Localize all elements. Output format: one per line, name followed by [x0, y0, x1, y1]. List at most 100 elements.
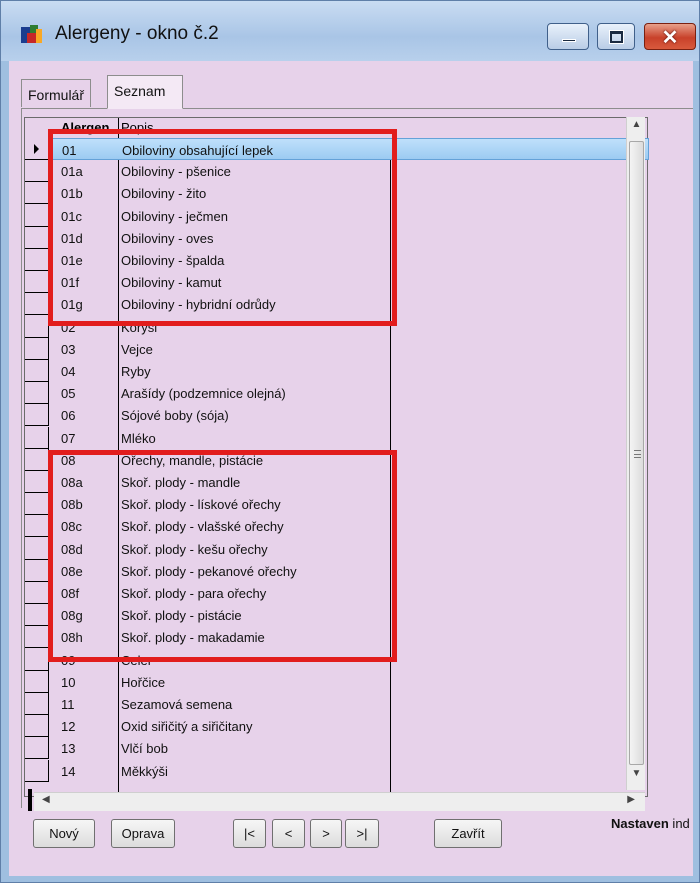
row-header[interactable] [25, 626, 49, 649]
table-row[interactable]: 01b Obiloviny - žito [49, 182, 649, 204]
table-row[interactable]: 14 Měkkýši [49, 760, 649, 782]
close-window-button[interactable]: ✕ [644, 23, 696, 50]
column-header-alergen[interactable]: Alergen [61, 120, 109, 135]
row-header[interactable] [25, 249, 49, 271]
allergen-description: Ořechy, mandle, pistácie [121, 452, 264, 468]
row-header[interactable] [25, 404, 49, 427]
row-header[interactable] [25, 737, 49, 760]
previous-record-button[interactable]: < [272, 819, 305, 848]
scroll-right-icon[interactable]: ▶ [627, 794, 635, 805]
allergen-code: 08b [61, 497, 83, 513]
table-row[interactable]: 08h Skoř. plody - makadamie [49, 626, 649, 648]
allergen-description: Obiloviny - oves [121, 230, 214, 246]
scroll-down-icon[interactable]: ▼ [627, 768, 646, 788]
row-header[interactable] [25, 693, 49, 715]
row-header[interactable] [25, 559, 49, 582]
tab-formular[interactable]: Formulář [21, 79, 92, 107]
allergen-code: 01d [61, 230, 83, 246]
row-header[interactable] [25, 315, 49, 338]
allergen-description: Obiloviny - hybridní odrůdy [121, 297, 276, 313]
table-row[interactable]: 08c Skoř. plody - vlašské ořechy [49, 515, 649, 537]
edit-button[interactable]: Oprava [111, 819, 175, 848]
maximize-icon [610, 31, 623, 43]
close-button[interactable]: Zavřít [434, 819, 502, 848]
table-row[interactable]: 01a Obiloviny - pšenice [49, 160, 649, 182]
table-row[interactable]: 08a Skoř. plody - mandle [49, 471, 649, 493]
scroll-thumb[interactable] [629, 141, 644, 765]
row-header[interactable] [25, 471, 49, 493]
row-header[interactable] [25, 604, 49, 627]
allergen-code: 11 [61, 697, 75, 712]
row-header[interactable] [25, 382, 49, 405]
allergen-description: Skoř. plody - kešu ořechy [121, 541, 268, 557]
table-row[interactable]: 08e Skoř. plody - pekanové ořechy [49, 560, 649, 582]
row-header[interactable] [25, 493, 49, 516]
row-header[interactable] [25, 426, 49, 449]
last-record-button[interactable]: >| [345, 819, 379, 848]
row-header[interactable] [25, 648, 49, 671]
allergen-code: 01 [62, 143, 77, 158]
allergen-code: 01e [61, 253, 83, 268]
row-header[interactable] [25, 537, 49, 560]
maximize-button[interactable] [597, 23, 635, 50]
table-row[interactable]: 01e Obiloviny - špalda [49, 249, 649, 271]
row-header[interactable] [25, 759, 49, 782]
allergen-description: Obiloviny - žito [121, 186, 207, 202]
vertical-scrollbar[interactable]: ▲ ▼ [626, 117, 645, 790]
first-record-button[interactable]: |< [233, 819, 266, 848]
tab-seznam[interactable]: Seznam [107, 75, 183, 109]
row-header[interactable] [25, 204, 49, 227]
table-row[interactable]: 08 Ořechy, mandle, pistácie [49, 449, 649, 471]
table-row[interactable]: 07 Mléko [49, 427, 649, 449]
table-row[interactable]: 13 Vlčí bob [49, 737, 649, 759]
horizontal-scrollbar[interactable]: ◀ ▶ [28, 789, 645, 811]
column-header-popis[interactable]: Popis [121, 120, 154, 135]
next-record-button[interactable]: > [310, 819, 342, 848]
row-header[interactable] [25, 226, 49, 249]
table-row[interactable]: 01f Obiloviny - kamut [49, 271, 649, 293]
scroll-left-icon[interactable]: ◀ [42, 794, 50, 805]
allergen-description: Obiloviny - ječmen [121, 208, 228, 224]
table-row[interactable]: 03 Vejce [49, 338, 649, 360]
row-header[interactable] [25, 182, 49, 205]
table-row[interactable]: 06 Sójové boby (sója) [49, 404, 649, 426]
row-header[interactable] [25, 160, 49, 183]
table-row[interactable]: 08d Skoř. plody - kešu ořechy [49, 538, 649, 560]
row-header[interactable] [25, 582, 49, 604]
table-row[interactable]: 05 Arašídy (podzemnice olejná) [49, 382, 649, 404]
row-header[interactable] [25, 670, 49, 693]
allergen-code: 08a [61, 475, 83, 490]
row-header[interactable] [25, 715, 49, 738]
table-row[interactable]: 08b Skoř. plody - lískové ořechy [49, 493, 649, 515]
table-row[interactable]: 01c Obiloviny - ječmen [49, 205, 649, 227]
table-row[interactable]: 08f Skoř. plody - para ořechy [49, 582, 649, 604]
scroll-up-icon[interactable]: ▲ [627, 119, 646, 139]
title-bar[interactable]: Alergeny - okno č.2 ✕ [1, 1, 699, 61]
table-row[interactable]: 11 Sezamová semena [49, 693, 649, 715]
grid-header: Alergen Popis [49, 118, 649, 138]
minimize-button[interactable] [547, 23, 589, 50]
allergen-code: 07 [61, 430, 76, 446]
table-row[interactable]: 01 Obiloviny obsahující lepek [49, 138, 649, 160]
row-header[interactable] [25, 448, 49, 471]
table-row[interactable]: 12 Oxid siřičitý a siřičitany [49, 715, 649, 737]
table-row[interactable]: 10 Hořčice [49, 671, 649, 693]
row-header[interactable] [25, 138, 49, 160]
table-row[interactable]: 01d Obiloviny - oves [49, 227, 649, 249]
row-header[interactable] [25, 360, 49, 382]
new-button[interactable]: Nový [33, 819, 95, 848]
table-row[interactable]: 01g Obiloviny - hybridní odrůdy [49, 293, 649, 315]
table-row[interactable]: 02 Korýši [49, 316, 649, 338]
status-text: Nastaven ind [611, 816, 690, 831]
allergen-code: 08d [61, 541, 83, 557]
app-icon [21, 25, 42, 43]
table-row[interactable]: 08g Skoř. plody - pistácie [49, 604, 649, 626]
row-header[interactable] [25, 271, 49, 294]
row-header[interactable] [25, 337, 49, 360]
table-row[interactable]: 09 Celer [49, 649, 649, 671]
row-header[interactable] [25, 293, 49, 316]
allergen-description: Skoř. plody - pistácie [121, 608, 242, 624]
row-header[interactable] [25, 515, 49, 538]
allergen-description: Skoř. plody - mandle [121, 475, 241, 490]
table-row[interactable]: 04 Ryby [49, 360, 649, 382]
